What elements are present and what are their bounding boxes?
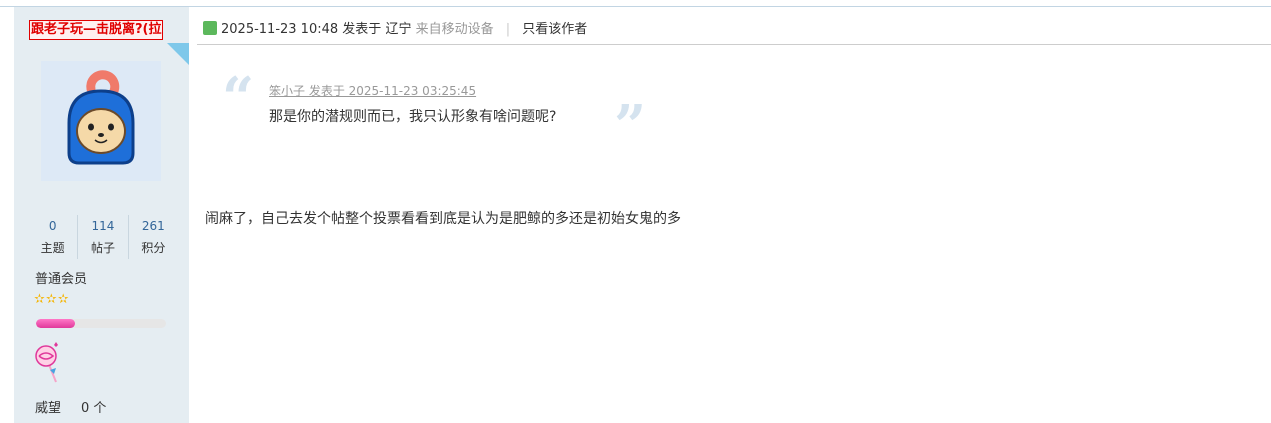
info-prestige-value: 0 个 <box>81 401 107 416</box>
level-progress-bar <box>36 319 166 328</box>
stat-threads[interactable]: 0 主题 <box>28 215 77 259</box>
quote-close-icon: ” <box>614 93 647 159</box>
quote-text: 那是你的潜规则而已，我只认形象有啥问题呢? <box>269 109 557 125</box>
post-meta-bar: 2025-11-23 10:48 发表于 辽宁 来自移动设备 | 只看该作者 <box>203 18 1271 44</box>
info-row-prestige: 威望 0 个 <box>35 397 106 416</box>
quote-open-icon: “ <box>222 65 255 131</box>
posted-in-label: 发表于 <box>342 22 382 37</box>
lollipop-icon <box>35 342 58 383</box>
online-status-icon <box>203 21 217 35</box>
post-source: 来自移动设备 <box>415 22 494 37</box>
post-location: 辽宁 <box>385 22 412 37</box>
stat-points[interactable]: 261 积分 <box>127 215 178 259</box>
quote-source-link[interactable]: 笨小子 发表于 2025-11-23 03:25:45 <box>269 82 476 99</box>
info-prestige-label: 威望 <box>35 401 62 416</box>
rank-stars-icon: ✫✫✫ <box>34 292 70 307</box>
stat-posts-label: 帖子 <box>90 241 115 255</box>
meta-separator: | <box>505 22 511 37</box>
user-group[interactable]: 普通会员 <box>35 268 87 287</box>
stat-points-label: 积分 <box>141 241 166 255</box>
stat-threads-label: 主题 <box>40 241 65 255</box>
avatar[interactable] <box>41 61 161 181</box>
avatar-cartoon-icon <box>41 61 161 181</box>
author-username[interactable]: 跟老子玩—击脱离?(拉 <box>29 20 164 40</box>
lollipop-medal-icon[interactable] <box>34 340 62 386</box>
quote-block: “ 笨小子 发表于 2025-11-23 03:25:45 那是你的潜规则而已，… <box>222 65 652 154</box>
author-sidebar: 跟老子玩—击脱离?(拉 0 主题 114 帖子 261 积分 普通会员 ✫✫✫ <box>14 7 189 423</box>
only-author-link[interactable]: 只看该作者 <box>522 22 587 37</box>
level-progress-fill <box>36 319 75 328</box>
username-underline <box>29 39 63 42</box>
author-stats: 0 主题 114 帖子 261 积分 <box>28 215 178 259</box>
post-body: 闹麻了，自己去发个帖整个投票看看到底是认为是肥鲸的多还是初始女鬼的多 <box>205 211 681 227</box>
stat-posts[interactable]: 114 帖子 <box>77 215 127 259</box>
stat-posts-value: 114 <box>91 219 115 233</box>
corner-badge-icon <box>167 43 189 65</box>
stat-threads-value: 0 <box>48 219 57 233</box>
top-border <box>0 6 1271 7</box>
header-divider <box>197 44 1271 45</box>
stat-points-value: 261 <box>141 219 165 233</box>
post-datetime: 2025-11-23 10:48 <box>221 22 339 37</box>
